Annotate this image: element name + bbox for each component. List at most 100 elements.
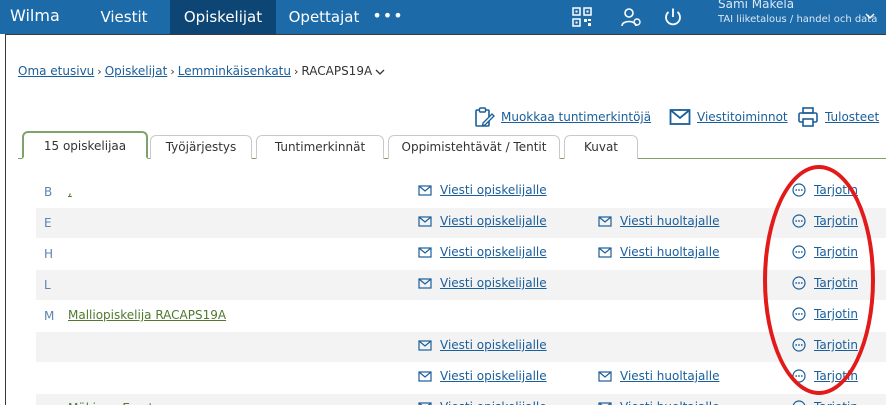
row-letter: B bbox=[44, 185, 53, 199]
message-guardian-action[interactable]: Viesti huoltajalle bbox=[598, 245, 719, 259]
qr-code-icon[interactable] bbox=[571, 6, 593, 28]
offer-tray-action[interactable]: Tarjotin bbox=[792, 214, 858, 228]
offer-tray-link[interactable]: Tarjotin bbox=[814, 214, 858, 228]
user-settings-icon[interactable] bbox=[620, 6, 642, 28]
top-navigation-bar: Wilma Viestit Opiskelijat Opettajat ••• … bbox=[0, 0, 886, 34]
power-logout-icon[interactable] bbox=[662, 6, 684, 28]
message-guardian-action[interactable]: Viesti huoltajalle bbox=[598, 214, 719, 228]
breadcrumb-home-link[interactable]: Oma etusivu bbox=[18, 64, 94, 78]
offer-tray-link[interactable]: Tarjotin bbox=[814, 369, 858, 383]
offer-tray-action[interactable]: Tarjotin bbox=[792, 245, 858, 259]
offer-tray-action[interactable]: Tarjotin bbox=[792, 338, 858, 352]
message-student-action[interactable]: Viesti opiskelijalle bbox=[418, 245, 547, 259]
message-guardian-link[interactable]: Viesti huoltajalle bbox=[620, 400, 719, 405]
row-letter: E bbox=[44, 216, 52, 230]
more-options-icon bbox=[792, 214, 806, 228]
tab-assignments-exams[interactable]: Oppimistehtävät / Tentit bbox=[388, 135, 560, 159]
offer-tray-link[interactable]: Tarjotin bbox=[814, 400, 858, 405]
breadcrumb-separator: › bbox=[97, 65, 102, 78]
breadcrumb-students-link[interactable]: Opiskelijat bbox=[105, 64, 168, 78]
row-letter: M bbox=[44, 309, 55, 323]
more-options-icon bbox=[792, 338, 806, 352]
student-name-link[interactable]: Malliopiskelija RACAPS19A bbox=[68, 308, 226, 322]
message-student-action[interactable]: Viesti opiskelijalle bbox=[418, 369, 547, 383]
more-options-icon bbox=[792, 400, 806, 405]
breadcrumb-location-link[interactable]: Lemminkäisenkatu bbox=[178, 64, 291, 78]
edit-marks-link[interactable]: Muokkaa tuntimerkintöjä bbox=[501, 110, 651, 124]
table-row: E Viesti opiskelijalle Viesti huoltajalle T… bbox=[36, 208, 886, 238]
envelope-icon bbox=[598, 246, 612, 258]
user-name[interactable]: Sami Mäkelä bbox=[718, 0, 794, 11]
printer-icon bbox=[798, 107, 818, 127]
more-options-icon bbox=[792, 183, 806, 197]
message-student-action[interactable]: Viesti opiskelijalle bbox=[418, 183, 547, 197]
message-student-link[interactable]: Viesti opiskelijalle bbox=[440, 214, 547, 228]
message-student-link[interactable]: Viesti opiskelijalle bbox=[440, 369, 547, 383]
table-row: Viesti opiskelijalle Viesti huoltajalle Ta… bbox=[36, 363, 886, 393]
envelope-icon bbox=[418, 246, 432, 258]
offer-tray-action[interactable]: Tarjotin bbox=[792, 183, 858, 197]
table-row: B, Viesti opiskelijalle Tarjotin bbox=[36, 177, 886, 207]
wilma-logo[interactable]: Wilma bbox=[10, 6, 60, 25]
envelope-icon bbox=[598, 370, 612, 382]
message-guardian-action[interactable]: Viesti huoltajalle bbox=[598, 400, 719, 405]
student-name-link[interactable]: , bbox=[68, 184, 72, 198]
message-student-link[interactable]: Viesti opiskelijalle bbox=[440, 245, 547, 259]
message-student-action[interactable]: Viesti opiskelijalle bbox=[418, 400, 547, 405]
tab-timetable[interactable]: Työjärjestys bbox=[150, 135, 252, 159]
more-options-icon bbox=[792, 276, 806, 290]
chevron-down-icon[interactable] bbox=[375, 68, 385, 76]
message-student-link[interactable]: Viesti opiskelijalle bbox=[440, 183, 547, 197]
message-student-link[interactable]: Viesti opiskelijalle bbox=[440, 400, 547, 405]
offer-tray-action[interactable]: Tarjotin bbox=[792, 400, 858, 405]
row-letter: H bbox=[44, 247, 54, 261]
more-menu-button[interactable]: ••• bbox=[370, 0, 406, 34]
breadcrumb-separator: › bbox=[170, 65, 175, 78]
message-guardian-link[interactable]: Viesti huoltajalle bbox=[620, 214, 719, 228]
offer-tray-link[interactable]: Tarjotin bbox=[814, 183, 858, 197]
breadcrumb: Oma etusivu › Opiskelijat › Lemminkäisenkatu… bbox=[18, 64, 385, 78]
offer-tray-action[interactable]: Tarjotin bbox=[792, 276, 858, 290]
offer-tray-link[interactable]: Tarjotin bbox=[814, 338, 858, 352]
nav-opettajat[interactable]: Opettajat bbox=[278, 0, 370, 34]
offer-tray-link[interactable]: Tarjotin bbox=[814, 307, 858, 321]
offer-tray-link[interactable]: Tarjotin bbox=[814, 245, 858, 259]
messages-link[interactable]: Viestitoiminnot bbox=[697, 110, 788, 124]
envelope-icon bbox=[418, 184, 432, 196]
envelope-icon bbox=[418, 277, 432, 289]
envelope-icon bbox=[418, 401, 432, 405]
envelope-icon bbox=[418, 370, 432, 382]
tab-students[interactable]: 15 opiskelijaa bbox=[22, 131, 148, 159]
breadcrumb-current-group[interactable]: RACAPS19A bbox=[301, 64, 372, 78]
offer-tray-action[interactable]: Tarjotin bbox=[792, 307, 858, 321]
envelope-icon bbox=[598, 215, 612, 227]
message-student-action[interactable]: Viesti opiskelijalle bbox=[418, 338, 547, 352]
user-organization[interactable]: TAI liiketalous / handel och data bbox=[718, 14, 877, 25]
prints-action[interactable]: Tulosteet bbox=[797, 106, 879, 128]
offer-tray-link[interactable]: Tarjotin bbox=[814, 276, 858, 290]
table-row: Mäkinen Ernst Viesti opiskelijalle Viesti … bbox=[36, 394, 886, 405]
edit-marks-action[interactable]: Muokkaa tuntimerkintöjä bbox=[473, 106, 651, 128]
envelope-icon bbox=[669, 109, 691, 125]
message-student-action[interactable]: Viesti opiskelijalle bbox=[418, 276, 547, 290]
tab-lesson-marks[interactable]: Tuntimerkinnät bbox=[256, 135, 384, 159]
nav-viestit[interactable]: Viestit bbox=[88, 0, 160, 34]
chevron-down-icon[interactable] bbox=[864, 10, 876, 22]
message-guardian-action[interactable]: Viesti huoltajalle bbox=[598, 369, 719, 383]
message-student-link[interactable]: Viesti opiskelijalle bbox=[440, 338, 547, 352]
tab-bar: 15 opiskelijaa Työjärjestys Tuntimerkinn… bbox=[18, 131, 886, 159]
message-student-action[interactable]: Viesti opiskelijalle bbox=[418, 214, 547, 228]
message-student-link[interactable]: Viesti opiskelijalle bbox=[440, 276, 547, 290]
clipboard-edit-icon bbox=[475, 107, 495, 127]
nav-opiskelijat[interactable]: Opiskelijat bbox=[170, 0, 276, 34]
more-options-icon bbox=[792, 369, 806, 383]
prints-link[interactable]: Tulosteet bbox=[825, 110, 879, 124]
messages-action[interactable]: Viestitoiminnot bbox=[669, 106, 788, 128]
student-name-link[interactable]: Mäkinen Ernst bbox=[68, 401, 153, 405]
message-guardian-link[interactable]: Viesti huoltajalle bbox=[620, 369, 719, 383]
envelope-icon bbox=[598, 401, 612, 405]
tab-photos[interactable]: Kuvat bbox=[564, 135, 638, 159]
table-row: H Viesti opiskelijalle Viesti huoltajalle T… bbox=[36, 239, 886, 269]
offer-tray-action[interactable]: Tarjotin bbox=[792, 369, 858, 383]
message-guardian-link[interactable]: Viesti huoltajalle bbox=[620, 245, 719, 259]
